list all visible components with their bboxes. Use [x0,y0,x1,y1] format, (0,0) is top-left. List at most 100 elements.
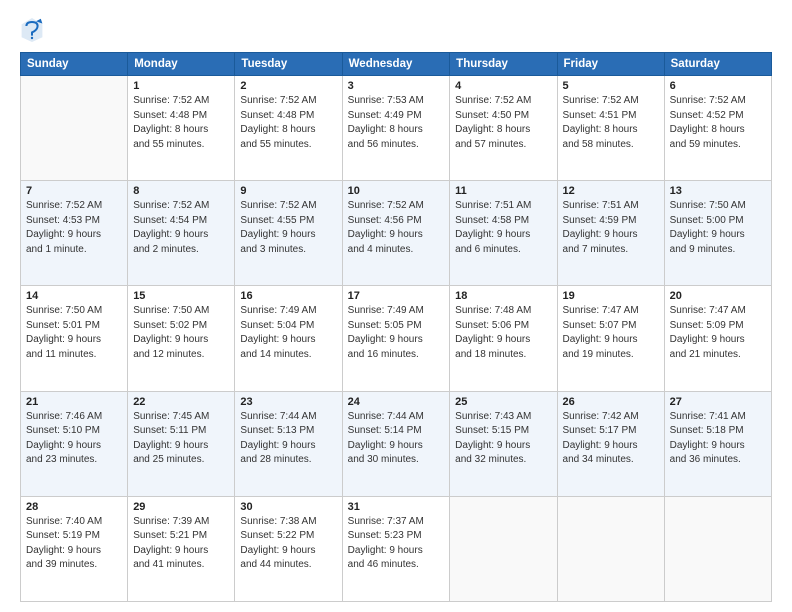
day-number: 10 [348,185,445,197]
calendar-cell: 6 Sunrise: 7:52 AMSunset: 4:52 PMDaylight… [664,76,771,181]
day-info: Sunrise: 7:49 AMSunset: 5:04 PMDaylight:… [240,304,336,362]
calendar-cell: 27 Sunrise: 7:41 AMSunset: 5:18 PMDayligh… [664,391,771,496]
header [20,16,772,44]
weekday-header-row: SundayMondayTuesdayWednesdayThursdayFrid… [21,53,772,76]
calendar-cell: 26 Sunrise: 7:42 AMSunset: 5:17 PMDayligh… [557,391,664,496]
day-number: 9 [240,185,336,197]
day-number: 23 [240,396,336,408]
day-number: 1 [133,80,229,92]
day-info: Sunrise: 7:52 AMSunset: 4:53 PMDaylight:… [26,199,122,257]
day-number: 14 [26,290,122,302]
day-info: Sunrise: 7:44 AMSunset: 5:13 PMDaylight:… [240,410,336,468]
calendar-cell: 29Sunrise: 7:39 AMSunset: 5:21 PMDayligh… [128,496,235,601]
calendar-cell: 13 Sunrise: 7:50 AMSunset: 5:00 PMDayligh… [664,181,771,286]
day-info: Sunrise: 7:47 AMSunset: 5:09 PMDaylight:… [670,304,766,362]
day-info: Sunrise: 7:51 AMSunset: 4:58 PMDaylight:… [455,199,551,257]
weekday-header: Wednesday [342,53,450,76]
day-info: Sunrise: 7:42 AMSunset: 5:17 PMDaylight:… [563,410,659,468]
calendar-cell: 28 Sunrise: 7:40 AMSunset: 5:19 PMDayligh… [21,496,128,601]
day-info: Sunrise: 7:40 AMSunset: 5:19 PMDaylight:… [26,515,122,573]
day-info: Sunrise: 7:46 AMSunset: 5:10 PMDaylight:… [26,410,122,468]
calendar-cell: 12 Sunrise: 7:51 AMSunset: 4:59 PMDayligh… [557,181,664,286]
day-info: Sunrise: 7:52 AMSunset: 4:52 PMDaylight:… [670,94,766,152]
weekday-header: Saturday [664,53,771,76]
page: SundayMondayTuesdayWednesdayThursdayFrid… [0,0,792,612]
day-info: Sunrise: 7:53 AMSunset: 4:49 PMDaylight:… [348,94,445,152]
day-number: 29 [133,501,229,513]
calendar-cell: 15Sunrise: 7:50 AMSunset: 5:02 PMDayligh… [128,286,235,391]
calendar-cell: 19Sunrise: 7:47 AMSunset: 5:07 PMDayligh… [557,286,664,391]
day-number: 11 [455,185,551,197]
calendar-cell [21,76,128,181]
day-info: Sunrise: 7:51 AMSunset: 4:59 PMDaylight:… [563,199,659,257]
calendar-cell: 23 Sunrise: 7:44 AMSunset: 5:13 PMDayligh… [235,391,342,496]
calendar-cell: 7Sunrise: 7:52 AMSunset: 4:53 PMDaylight… [21,181,128,286]
weekday-header: Thursday [450,53,557,76]
day-info: Sunrise: 7:50 AMSunset: 5:00 PMDaylight:… [670,199,766,257]
day-number: 16 [240,290,336,302]
day-info: Sunrise: 7:38 AMSunset: 5:22 PMDaylight:… [240,515,336,573]
calendar-cell: 25 Sunrise: 7:43 AMSunset: 5:15 PMDayligh… [450,391,557,496]
calendar-cell [664,496,771,601]
day-info: Sunrise: 7:50 AMSunset: 5:02 PMDaylight:… [133,304,229,362]
day-number: 5 [563,80,659,92]
day-number: 22 [133,396,229,408]
day-number: 4 [455,80,551,92]
day-info: Sunrise: 7:43 AMSunset: 5:15 PMDaylight:… [455,410,551,468]
day-number: 3 [348,80,445,92]
calendar-cell: 22 Sunrise: 7:45 AMSunset: 5:11 PMDayligh… [128,391,235,496]
day-info: Sunrise: 7:48 AMSunset: 5:06 PMDaylight:… [455,304,551,362]
calendar-cell: 30Sunrise: 7:38 AMSunset: 5:22 PMDayligh… [235,496,342,601]
calendar-cell: 24 Sunrise: 7:44 AMSunset: 5:14 PMDayligh… [342,391,450,496]
calendar-cell: 4 Sunrise: 7:52 AMSunset: 4:50 PMDaylight… [450,76,557,181]
day-number: 17 [348,290,445,302]
day-info: Sunrise: 7:50 AMSunset: 5:01 PMDaylight:… [26,304,122,362]
day-info: Sunrise: 7:52 AMSunset: 4:50 PMDaylight:… [455,94,551,152]
day-info: Sunrise: 7:52 AMSunset: 4:48 PMDaylight:… [240,94,336,152]
calendar-table: SundayMondayTuesdayWednesdayThursdayFrid… [20,52,772,602]
calendar-cell: 18Sunrise: 7:48 AMSunset: 5:06 PMDayligh… [450,286,557,391]
logo [20,16,48,44]
calendar-cell [557,496,664,601]
calendar-cell: 16 Sunrise: 7:49 AMSunset: 5:04 PMDayligh… [235,286,342,391]
day-number: 21 [26,396,122,408]
calendar-week-row: 7Sunrise: 7:52 AMSunset: 4:53 PMDaylight… [21,181,772,286]
day-info: Sunrise: 7:44 AMSunset: 5:14 PMDaylight:… [348,410,445,468]
calendar-cell: 9 Sunrise: 7:52 AMSunset: 4:55 PMDaylight… [235,181,342,286]
day-number: 13 [670,185,766,197]
day-info: Sunrise: 7:52 AMSunset: 4:55 PMDaylight:… [240,199,336,257]
calendar-cell: 20 Sunrise: 7:47 AMSunset: 5:09 PMDayligh… [664,286,771,391]
day-info: Sunrise: 7:52 AMSunset: 4:54 PMDaylight:… [133,199,229,257]
calendar-cell: 31Sunrise: 7:37 AMSunset: 5:23 PMDayligh… [342,496,450,601]
calendar-cell: 14 Sunrise: 7:50 AMSunset: 5:01 PMDayligh… [21,286,128,391]
calendar-cell: 2 Sunrise: 7:52 AMSunset: 4:48 PMDaylight… [235,76,342,181]
day-info: Sunrise: 7:45 AMSunset: 5:11 PMDaylight:… [133,410,229,468]
calendar-cell [450,496,557,601]
day-number: 24 [348,396,445,408]
calendar-cell: 11 Sunrise: 7:51 AMSunset: 4:58 PMDayligh… [450,181,557,286]
day-info: Sunrise: 7:52 AMSunset: 4:51 PMDaylight:… [563,94,659,152]
calendar-cell: 21 Sunrise: 7:46 AMSunset: 5:10 PMDayligh… [21,391,128,496]
calendar-cell: 3 Sunrise: 7:53 AMSunset: 4:49 PMDaylight… [342,76,450,181]
calendar-week-row: 21 Sunrise: 7:46 AMSunset: 5:10 PMDayligh… [21,391,772,496]
day-number: 2 [240,80,336,92]
day-number: 27 [670,396,766,408]
day-number: 28 [26,501,122,513]
calendar-week-row: 14 Sunrise: 7:50 AMSunset: 5:01 PMDayligh… [21,286,772,391]
day-info: Sunrise: 7:52 AMSunset: 4:56 PMDaylight:… [348,199,445,257]
calendar-cell: 8 Sunrise: 7:52 AMSunset: 4:54 PMDaylight… [128,181,235,286]
day-number: 31 [348,501,445,513]
calendar-cell: 17Sunrise: 7:49 AMSunset: 5:05 PMDayligh… [342,286,450,391]
day-number: 25 [455,396,551,408]
day-number: 8 [133,185,229,197]
day-number: 20 [670,290,766,302]
day-info: Sunrise: 7:41 AMSunset: 5:18 PMDaylight:… [670,410,766,468]
weekday-header: Friday [557,53,664,76]
weekday-header: Monday [128,53,235,76]
calendar-cell: 1Sunrise: 7:52 AMSunset: 4:48 PMDaylight… [128,76,235,181]
day-number: 26 [563,396,659,408]
day-number: 6 [670,80,766,92]
weekday-header: Sunday [21,53,128,76]
day-number: 12 [563,185,659,197]
day-info: Sunrise: 7:47 AMSunset: 5:07 PMDaylight:… [563,304,659,362]
